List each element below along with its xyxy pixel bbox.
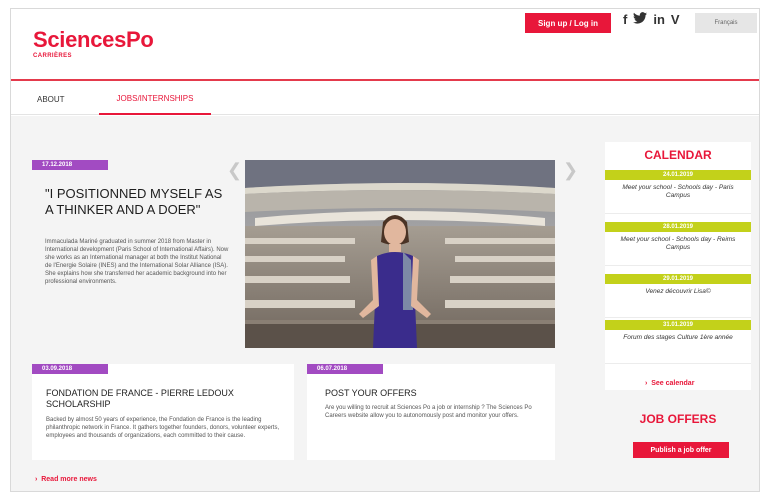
main-content: 17.12.2018 "I POSITIONNED MYSELF AS A TH… bbox=[11, 116, 759, 491]
event-date: 29.01.2019 bbox=[605, 274, 751, 284]
event-date: 31.01.2019 bbox=[605, 320, 751, 330]
see-calendar-label: See calendar bbox=[651, 380, 695, 387]
news-excerpt: Are you willing to recruit at Sciences P… bbox=[325, 405, 532, 419]
logo-wordmark: SciencesPo bbox=[33, 27, 154, 52]
event-title: Meet your school - Schools day - Reims C… bbox=[620, 236, 736, 251]
logo-subtitle: CARRIÈRES bbox=[33, 53, 72, 59]
calendar-event[interactable]: 28.01.2019 Meet your school - Schools da… bbox=[605, 222, 751, 266]
main-nav: ABOUT JOBS/INTERNSHIPS bbox=[11, 83, 759, 115]
news-excerpt: Backed by almost 50 years of experience,… bbox=[46, 417, 280, 439]
slider-prev-arrow-icon[interactable]: ❮ bbox=[227, 160, 242, 181]
event-title: Venez découvrir Lisa© bbox=[645, 288, 711, 295]
featured-excerpt: Immaculada Mariné graduated in summer 20… bbox=[45, 239, 229, 285]
featured-photo-illustration bbox=[245, 160, 555, 348]
twitter-icon[interactable] bbox=[633, 12, 648, 27]
language-switch-button[interactable]: Français bbox=[695, 13, 757, 33]
site-header: SciencesPo CARRIÈRES Sign up / Log in f … bbox=[11, 9, 759, 81]
signup-login-button[interactable]: Sign up / Log in bbox=[525, 13, 611, 33]
featured-photo[interactable] bbox=[245, 160, 555, 348]
publish-job-offer-button[interactable]: Publish a job offer bbox=[633, 442, 729, 458]
job-offers-title: JOB OFFERS bbox=[639, 412, 717, 426]
calendar-title: CALENDAR bbox=[644, 148, 712, 162]
linkedin-icon[interactable]: in bbox=[653, 12, 665, 27]
read-more-news-link[interactable]: › Read more news bbox=[35, 476, 97, 483]
event-date: 28.01.2019 bbox=[605, 222, 751, 232]
news-date-badge: 03.09.2018 bbox=[32, 364, 108, 374]
calendar-event[interactable]: 29.01.2019 Venez découvrir Lisa© bbox=[605, 274, 751, 318]
event-title: Meet your school - Schools day - Paris C… bbox=[622, 184, 734, 199]
nav-about[interactable]: ABOUT bbox=[37, 83, 65, 115]
news-card[interactable]: 06.07.2018 POST YOUR OFFERS Are you will… bbox=[307, 364, 555, 460]
social-links: f in V bbox=[623, 12, 680, 27]
calendar-panel: CALENDAR 24.01.2019 Meet your school - S… bbox=[605, 142, 751, 390]
news-date-badge: 06.07.2018 bbox=[307, 364, 383, 374]
news-title[interactable]: POST YOUR OFFERS bbox=[325, 388, 545, 399]
facebook-icon[interactable]: f bbox=[623, 12, 627, 27]
news-card[interactable]: 03.09.2018 FONDATION DE FRANCE - PIERRE … bbox=[32, 364, 294, 460]
event-date: 24.01.2019 bbox=[605, 170, 751, 180]
calendar-event[interactable]: 31.01.2019 Forum des stages Culture 1ère… bbox=[605, 320, 751, 364]
see-calendar-link[interactable]: › See calendar bbox=[645, 380, 694, 387]
read-more-label: Read more news bbox=[41, 476, 97, 483]
logo[interactable]: SciencesPo CARRIÈRES bbox=[33, 27, 154, 60]
calendar-event[interactable]: 24.01.2019 Meet your school - Schools da… bbox=[605, 170, 751, 214]
nav-jobs-internships[interactable]: JOBS/INTERNSHIPS bbox=[99, 83, 211, 115]
featured-title[interactable]: "I POSITIONNED MYSELF AS A THINKER AND A… bbox=[45, 186, 231, 218]
slider-next-arrow-icon[interactable]: ❯ bbox=[563, 160, 578, 181]
event-title: Forum des stages Culture 1ère année bbox=[623, 334, 733, 341]
vimeo-icon[interactable]: V bbox=[671, 12, 680, 27]
featured-date-badge: 17.12.2018 bbox=[32, 160, 108, 170]
browser-frame: SciencesPo CARRIÈRES Sign up / Log in f … bbox=[10, 8, 760, 492]
news-title[interactable]: FONDATION DE FRANCE - PIERRE LEDOUX SCHO… bbox=[46, 388, 284, 410]
